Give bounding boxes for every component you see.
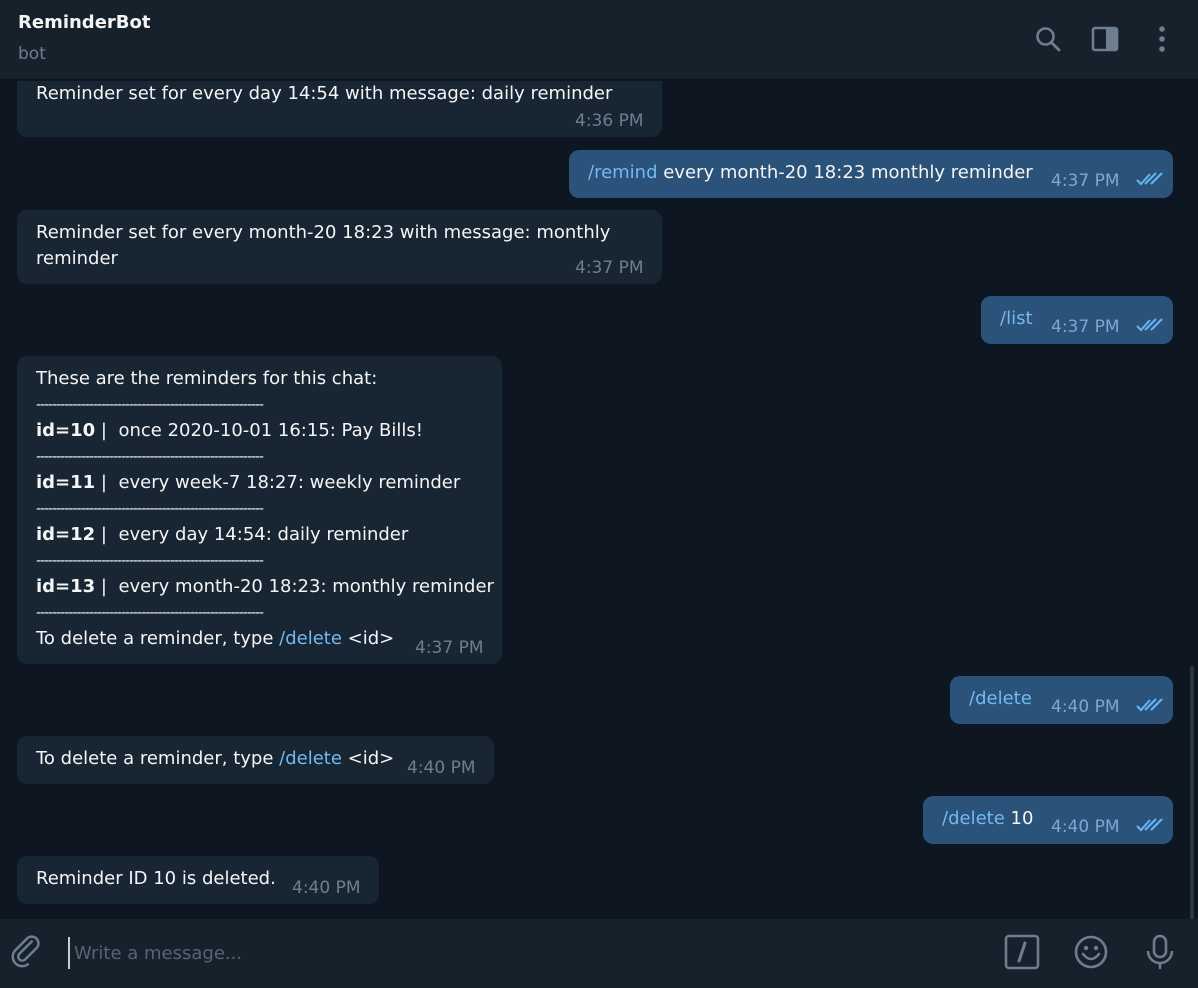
chat-subtitle: bot: [18, 44, 46, 64]
separator: ----------------------------------------…: [36, 501, 264, 517]
reminder-list-heading: These are the reminders for this chat:: [36, 368, 378, 389]
outgoing-message[interactable]: /remind every month-20 18:23 monthly rem…: [569, 150, 1173, 198]
separator: ----------------------------------------…: [36, 397, 264, 413]
outgoing-message[interactable]: /delete 4:40 PM: [950, 676, 1173, 724]
reminder-row: id=13 | every month-20 18:23: monthly re…: [36, 576, 494, 597]
incoming-message[interactable]: These are the reminders for this chat: -…: [17, 356, 502, 664]
bot-command-link[interactable]: /delete: [969, 686, 1032, 712]
attach-icon[interactable]: [9, 935, 45, 971]
bot-command-link[interactable]: /delete: [279, 628, 342, 649]
message-list[interactable]: Reminder set for every day 14:54 with me…: [0, 81, 1198, 919]
chat-header: ReminderBot bot: [0, 0, 1198, 80]
bot-command-link[interactable]: /delete: [279, 748, 342, 769]
message-time: 4:40 PM: [407, 758, 476, 778]
message-time: 4:37 PM: [1051, 171, 1120, 191]
more-vertical-icon[interactable]: [1147, 24, 1177, 54]
message-time: 4:40 PM: [292, 878, 361, 898]
outgoing-message[interactable]: /list 4:37 PM: [981, 296, 1173, 344]
message-text-line: Reminder set for every month-20 18:23 wi…: [36, 222, 611, 243]
message-input[interactable]: [68, 937, 968, 969]
bot-commands-icon[interactable]: [1004, 934, 1040, 970]
message-text: /remind every month-20 18:23 monthly rem…: [588, 162, 1033, 183]
read-check-icon: [1135, 317, 1163, 333]
message-time: 4:36 PM: [575, 111, 644, 131]
read-check-icon: [1135, 697, 1163, 713]
incoming-message[interactable]: Reminder set for every month-20 18:23 wi…: [17, 210, 662, 284]
compose-bar: [0, 919, 1198, 988]
separator: ----------------------------------------…: [36, 605, 264, 621]
chat-title[interactable]: ReminderBot: [18, 12, 150, 33]
emoji-icon[interactable]: [1073, 934, 1109, 970]
separator: ----------------------------------------…: [36, 553, 264, 569]
side-panel-icon[interactable]: [1090, 24, 1120, 54]
bot-command-link[interactable]: /list: [1000, 306, 1033, 332]
scrollbar[interactable]: [1190, 666, 1194, 919]
message-text: Reminder set for every day 14:54 with me…: [36, 83, 613, 104]
search-icon[interactable]: [1033, 24, 1063, 54]
incoming-message[interactable]: Reminder set for every day 14:54 with me…: [17, 81, 662, 137]
incoming-message[interactable]: Reminder ID 10 is deleted. 4:40 PM: [17, 856, 379, 904]
read-check-icon: [1135, 817, 1163, 833]
message-text: /delete 10: [942, 808, 1034, 829]
bot-command-link[interactable]: /delete: [942, 808, 1005, 829]
message-text: To delete a reminder, type /delete <id>: [36, 748, 395, 769]
reminder-row: id=11 | every week-7 18:27: weekly remin…: [36, 472, 461, 493]
bot-command-link[interactable]: /remind: [588, 162, 658, 183]
message-text-line: reminder: [36, 248, 118, 269]
message-time: 4:37 PM: [415, 638, 484, 658]
reminder-list: These are the reminders for this chat: -…: [36, 366, 494, 652]
outgoing-message[interactable]: /delete 10 4:40 PM: [923, 796, 1173, 844]
message-text: Reminder ID 10 is deleted.: [36, 868, 276, 889]
microphone-icon[interactable]: [1142, 934, 1178, 970]
reminder-row: id=10 | once 2020-10-01 16:15: Pay Bills…: [36, 420, 423, 441]
separator: ----------------------------------------…: [36, 449, 264, 465]
message-time: 4:40 PM: [1051, 697, 1120, 717]
message-time: 4:37 PM: [1051, 317, 1120, 337]
incoming-message[interactable]: To delete a reminder, type /delete <id> …: [17, 736, 494, 784]
message-time: 4:37 PM: [575, 258, 644, 278]
message-time: 4:40 PM: [1051, 817, 1120, 837]
read-check-icon: [1135, 171, 1163, 187]
reminder-row: id=12 | every day 14:54: daily reminder: [36, 524, 409, 545]
